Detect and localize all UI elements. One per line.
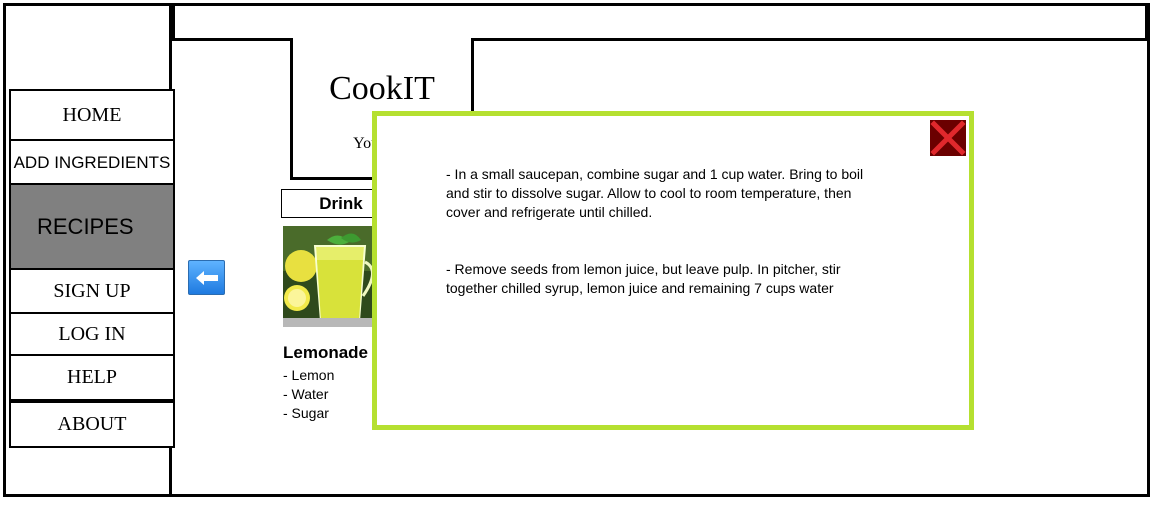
ingredient-item: - Lemon (283, 367, 335, 383)
recipe-step: - In a small saucepan, combine sugar and… (446, 166, 864, 220)
recipe-name: Lemonade (283, 343, 369, 362)
top-bar (172, 3, 1148, 41)
sidebar-item-home[interactable]: HOME (9, 89, 175, 141)
app-title: CookIT (329, 70, 435, 107)
recipe-steps-modal: - In a small saucepan, combine sugar and… (372, 111, 974, 430)
back-button[interactable] (188, 260, 225, 295)
sidebar: HOME ADD INGREDIENTS RECIPES SIGN UP LOG… (3, 3, 175, 497)
ingredient-item: - Water (283, 386, 329, 402)
sidebar-item-log-in[interactable]: LOG IN (9, 312, 175, 356)
arrow-left-icon (195, 270, 218, 285)
recipe-image[interactable] (283, 226, 383, 327)
sidebar-item-sign-up[interactable]: SIGN UP (9, 268, 175, 314)
recipe-step: - Remove seeds from lemon juice, but lea… (446, 261, 841, 296)
close-icon (930, 120, 966, 156)
lemonade-image (283, 226, 383, 327)
sidebar-item-recipes[interactable]: RECIPES (9, 183, 175, 270)
sidebar-item-help[interactable]: HELP (9, 354, 175, 401)
sidebar-item-add-ingredients[interactable]: ADD INGREDIENTS (9, 139, 175, 186)
ingredient-item: - Sugar (283, 405, 329, 421)
sidebar-item-about[interactable]: ABOUT (9, 401, 175, 448)
close-button[interactable] (930, 120, 966, 156)
